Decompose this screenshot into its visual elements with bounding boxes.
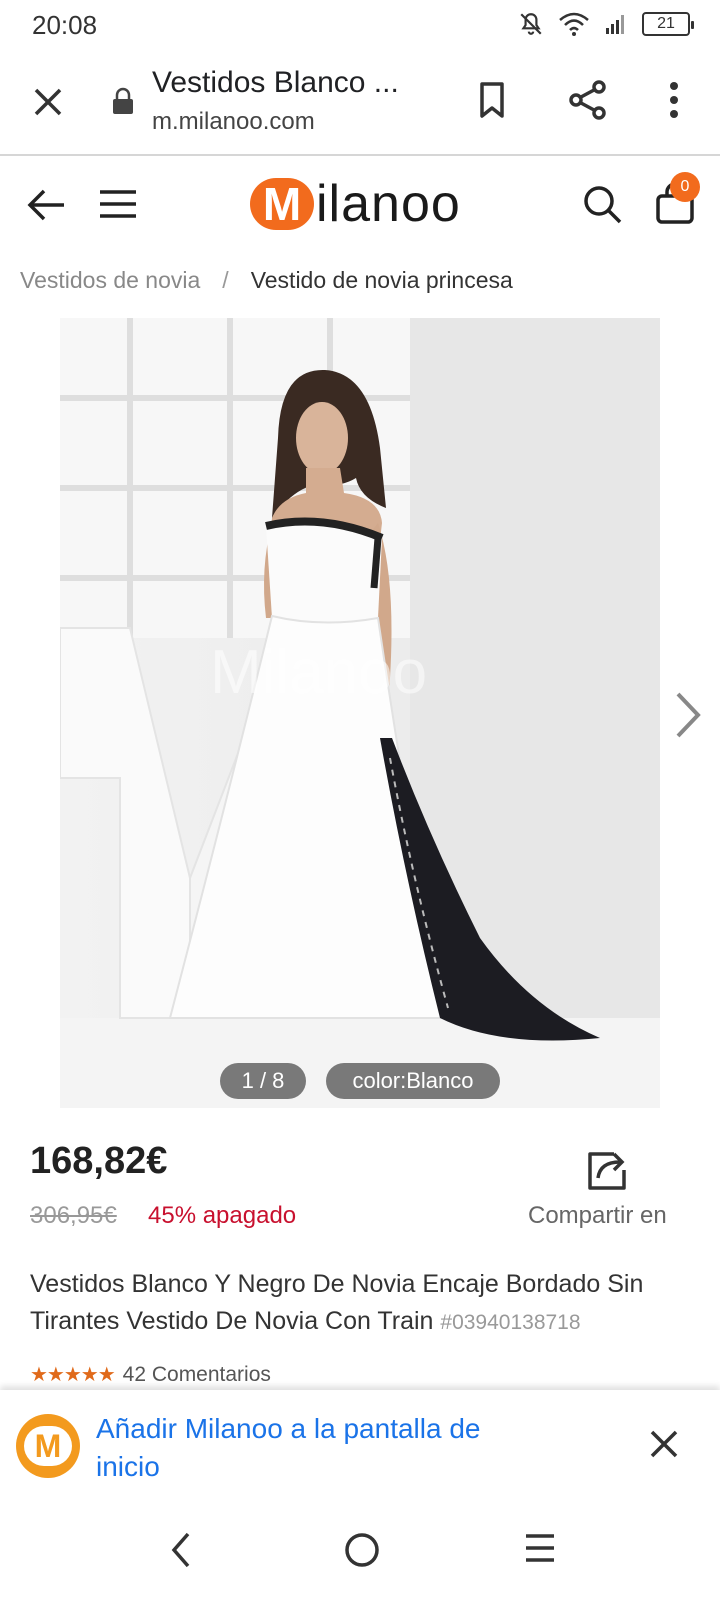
breadcrumb-item-current: Vestido de novia princesa <box>250 266 513 293</box>
color-label: color:Blanco <box>326 1063 500 1099</box>
status-icons: 21 <box>518 10 694 38</box>
logo-text: ilanoo <box>316 175 461 233</box>
current-price: 168,82€ <box>30 1140 168 1182</box>
signal-icon <box>606 15 624 34</box>
battery-icon: 21 <box>642 12 694 36</box>
nav-recents-icon[interactable] <box>522 1530 558 1566</box>
product-image[interactable]: Milanoo <box>60 318 660 1108</box>
page-title[interactable]: Vestidos Blanco ... <box>152 66 399 100</box>
browser-toolbar: Vestidos Blanco ... m.milanoo.com <box>0 48 720 156</box>
breadcrumb-separator: / <box>222 266 229 293</box>
product-rating[interactable]: ★★★★★ 42 Comentarios <box>30 1362 271 1387</box>
nav-back-icon[interactable] <box>166 1530 196 1570</box>
system-nav-bar <box>0 1502 720 1600</box>
close-icon[interactable] <box>646 1426 682 1462</box>
status-time: 20:08 <box>32 10 98 40</box>
close-icon[interactable] <box>26 80 70 124</box>
nav-home-icon[interactable] <box>342 1530 382 1570</box>
next-image-arrow-icon[interactable] <box>668 688 708 742</box>
lock-icon[interactable] <box>110 86 136 116</box>
url-text[interactable]: m.milanoo.com <box>152 108 315 136</box>
share-icon[interactable] <box>566 78 610 122</box>
hamburger-menu-icon[interactable] <box>98 184 138 224</box>
reviews-count[interactable]: 42 Comentarios <box>123 1363 271 1387</box>
breadcrumb: Vestidos de novia / Vestido de novia pri… <box>20 262 513 298</box>
product-title: Vestidos Blanco Y Negro De Novia Encaje … <box>30 1266 700 1341</box>
breadcrumb-item-vestidos-de-novia[interactable]: Vestidos de novia <box>20 267 200 294</box>
back-arrow-icon[interactable] <box>24 182 70 228</box>
share-out-icon[interactable] <box>584 1148 632 1192</box>
add-to-home-banner[interactable]: M Añadir Milanoo a la pantalla de inicio <box>0 1390 720 1502</box>
original-price: 306,95€ <box>30 1202 117 1229</box>
app-icon-letter: M <box>24 1426 72 1466</box>
discount-label: 45% apagado <box>148 1202 297 1229</box>
product-sku: #03940138718 <box>440 1311 581 1334</box>
search-icon[interactable] <box>580 182 624 226</box>
logo-mark: M <box>250 178 314 230</box>
image-counter: 1 / 8 <box>220 1063 306 1099</box>
rating-stars: ★★★★★ <box>30 1364 116 1386</box>
bookmark-icon[interactable] <box>470 78 514 122</box>
milanoo-app-icon: M <box>16 1414 80 1478</box>
cart-count-badge: 0 <box>670 172 700 202</box>
mute-icon <box>520 13 542 35</box>
battery-level: 21 <box>657 15 675 32</box>
share-label[interactable]: Compartir en <box>528 1202 667 1230</box>
more-vert-icon[interactable] <box>656 78 692 122</box>
product-photo: Milanoo <box>60 318 660 1108</box>
status-bar: 20:08 21 <box>0 0 720 48</box>
add-to-home-text[interactable]: Añadir Milanoo a la pantalla de inicio <box>96 1410 546 1486</box>
milanoo-logo[interactable]: M ilanoo <box>250 175 470 236</box>
wifi-icon <box>559 12 589 36</box>
watermark-text: Milanoo <box>210 638 427 707</box>
site-header: M ilanoo 0 <box>0 158 720 258</box>
